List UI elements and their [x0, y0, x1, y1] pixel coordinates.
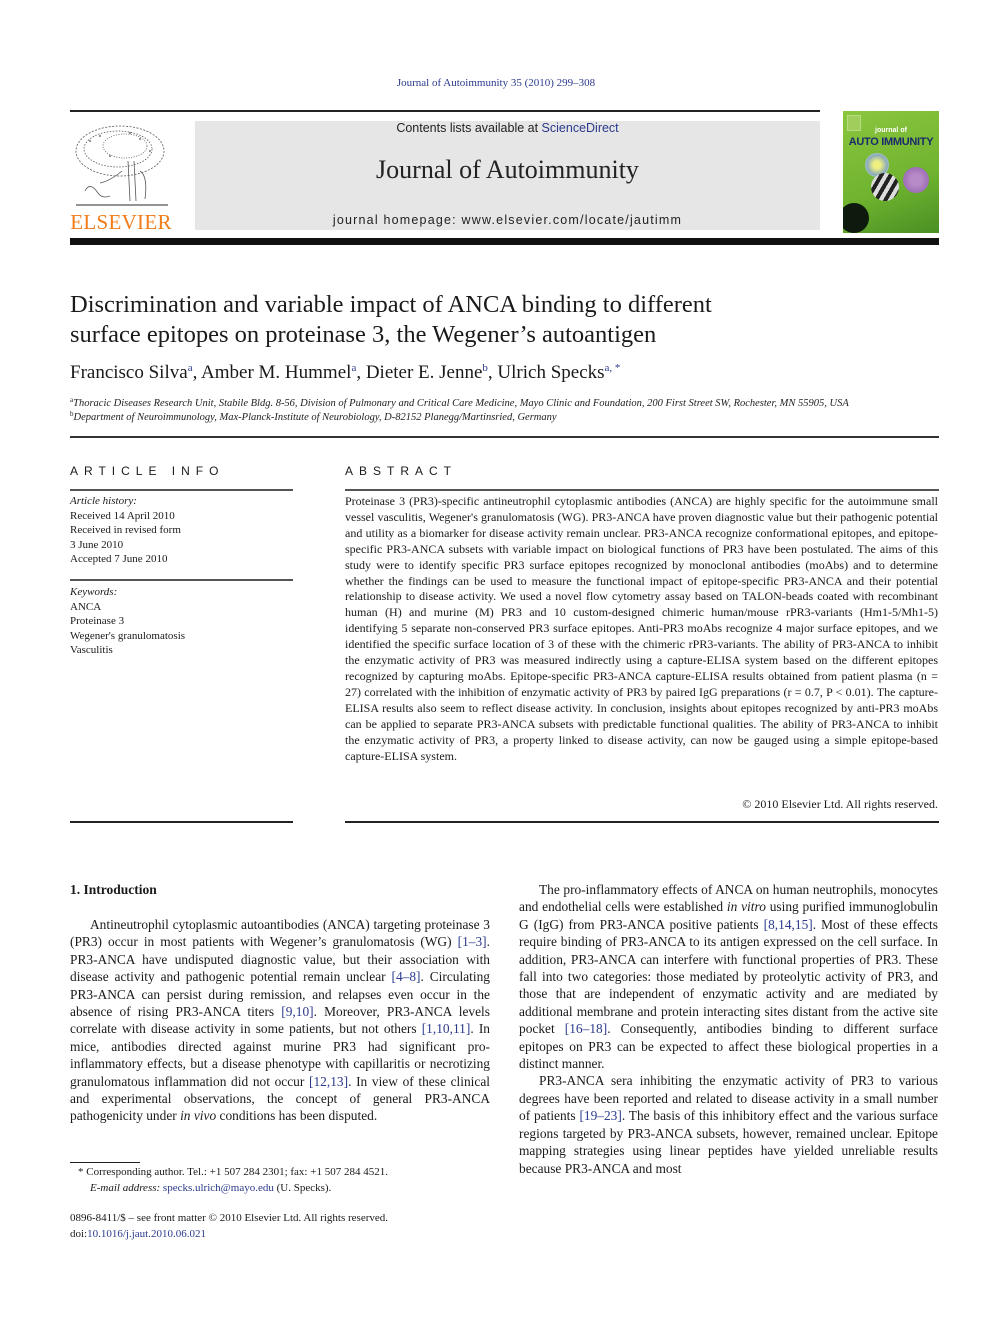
corresponding-author-note: * Corresponding author. Tel.: +1 507 284… — [78, 1165, 508, 1196]
abstract-copyright: © 2010 Elsevier Ltd. All rights reserved… — [742, 797, 938, 811]
author-name: Ulrich Specks — [497, 362, 605, 383]
affiliation-b: bDepartment of Neuroimmunology, Max-Plan… — [70, 410, 940, 423]
citation-link[interactable]: [16–18] — [565, 1021, 607, 1036]
title-line-2: surface epitopes on proteinase 3, the We… — [70, 321, 657, 348]
cover-micrograph-2 — [871, 173, 899, 201]
doi-line: doi:10.1016/j.jaut.2010.06.021 — [70, 1227, 500, 1243]
author-separator: , — [356, 362, 366, 383]
journal-cover-image: journal of AUTO IMMUNITY — [843, 111, 939, 233]
intro-paragraph: PR3-ANCA sera inhibiting the enzymatic a… — [519, 1072, 938, 1176]
section-heading-introduction: 1. Introduction — [70, 882, 157, 897]
footnote-rule — [70, 1162, 140, 1163]
italic-text: in vivo — [180, 1108, 217, 1124]
title-line-1: Discrimination and variable impact of AN… — [70, 291, 712, 318]
history-label: Article history: — [70, 495, 137, 507]
keyword: Vasculitis — [70, 644, 113, 657]
author-name: Amber M. Hummel — [201, 362, 352, 383]
corresponding-author-text: * Corresponding author. Tel.: +1 507 284… — [78, 1166, 388, 1178]
citation-link[interactable]: [1,10,11] — [422, 1021, 471, 1036]
affiliation-text: Thoracic Diseases Research Unit, Stabile… — [73, 398, 849, 409]
article-history: Article history: Received 14 April 2010 … — [70, 494, 295, 567]
intro-paragraph: Antineutrophil cytoplasmic autoantibodie… — [70, 916, 490, 1125]
email-suffix: (U. Specks). — [273, 1181, 332, 1194]
masthead-bottom-rule — [70, 238, 939, 245]
author-list: Francisco Silvaa, Amber M. Hummela, Diet… — [70, 362, 620, 384]
keyword: Wegener's granulomatosis — [70, 629, 186, 642]
author-affiliation-link[interactable]: a, * — [605, 362, 621, 374]
keywords-block: Keywords: ANCA Proteinase 3 Wegener's gr… — [70, 585, 295, 658]
citation-link[interactable]: [8,14,15] — [764, 917, 813, 932]
article-info-end-rule — [70, 821, 293, 823]
doi-link[interactable]: 10.1016/j.jaut.2010.06.021 — [87, 1228, 206, 1240]
issn-line: 0896-8411/$ – see front matter © 2010 El… — [70, 1212, 389, 1224]
italic-text: in vitro — [726, 899, 766, 915]
cover-title-small: journal of — [875, 127, 907, 134]
history-item: Accepted 7 June 2010 — [70, 553, 168, 566]
author-separator: , — [487, 362, 498, 383]
keyword: ANCA — [70, 600, 102, 613]
citation-link[interactable]: [12,13] — [309, 1074, 348, 1089]
abstract-text: Proteinase 3 (PR3)-specific antineutroph… — [345, 494, 938, 763]
citation-link[interactable]: [1–3] — [458, 934, 487, 949]
front-matter-rule — [70, 436, 939, 438]
intro-right-column: The pro-inflammatory effects of ANCA on … — [519, 881, 938, 1177]
journal-homepage[interactable]: journal homepage: www.elsevier.com/locat… — [195, 213, 820, 227]
intro-paragraph: The pro-inflammatory effects of ANCA on … — [519, 881, 938, 1072]
keywords-rule — [70, 579, 293, 581]
contents-prefix: Contents lists available at — [396, 121, 542, 135]
paragraph-text: Antineutrophil cytoplasmic autoantibodie… — [70, 917, 490, 950]
header-rule — [70, 110, 820, 112]
publication-info: 0896-8411/$ – see front matter © 2010 El… — [70, 1211, 500, 1242]
journal-citation[interactable]: Journal of Autoimmunity 35 (2010) 299–30… — [0, 77, 992, 89]
author-separator: , — [192, 362, 202, 383]
history-item: Received in revised form — [70, 524, 181, 537]
abstract-heading: ABSTRACT — [345, 464, 458, 478]
history-item: 3 June 2010 — [70, 538, 124, 551]
affiliation-a: aThoracic Diseases Research Unit, Stabil… — [70, 396, 940, 409]
cover-title-big: AUTO IMMUNITY — [848, 136, 934, 148]
author-name: Francisco Silva — [70, 362, 188, 383]
history-item: Received 14 April 2010 — [70, 509, 175, 522]
sciencedirect-link[interactable]: ScienceDirect — [542, 121, 619, 135]
contents-line: Contents lists available at ScienceDirec… — [195, 121, 820, 135]
paragraph-text: . Most of these effects require binding … — [519, 916, 938, 1037]
article-info-heading: ARTICLE INFO — [70, 464, 225, 478]
keywords-label: Keywords: — [70, 586, 118, 598]
email-label: E-mail address: — [90, 1181, 163, 1194]
citation-link[interactable]: [4–8] — [392, 969, 421, 984]
journal-title: Journal of Autoimmunity — [376, 155, 639, 184]
abstract-rule — [345, 489, 939, 491]
keyword: Proteinase 3 — [70, 615, 125, 628]
citation-link[interactable]: [9,10] — [281, 1004, 313, 1019]
abstract-end-rule — [345, 821, 939, 823]
article-title: Discrimination and variable impact of AN… — [70, 290, 830, 350]
cover-micrograph-4 — [843, 203, 869, 233]
email-link[interactable]: specks.ulrich@mayo.edu — [163, 1182, 274, 1194]
paragraph-text: conditions has been disputed. — [216, 1108, 378, 1124]
affiliation-text: Department of Neuroimmunology, Max-Planc… — [73, 412, 557, 423]
cover-micrograph-3 — [903, 167, 929, 193]
citation-link[interactable]: [19–23] — [579, 1108, 621, 1123]
intro-left-column: Antineutrophil cytoplasmic autoantibodie… — [70, 916, 490, 1125]
doi-prefix: doi: — [70, 1227, 88, 1240]
elsevier-wordmark: ELSEVIER — [70, 210, 172, 234]
author-name: Dieter E. Jenne — [365, 362, 483, 383]
email-line: E-mail address: specks.ulrich@mayo.edu (… — [78, 1181, 508, 1197]
article-info-rule — [70, 489, 293, 491]
